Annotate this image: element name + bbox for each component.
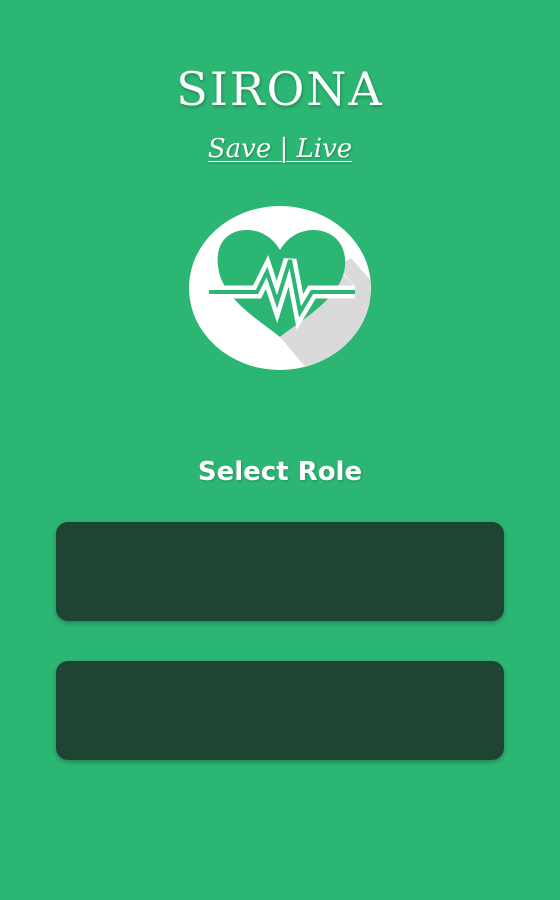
select-role-heading: Select Role: [197, 457, 363, 487]
app-title: SIRONA: [176, 62, 384, 116]
role-button-1[interactable]: [56, 522, 504, 621]
app-tagline: Save | Live: [207, 134, 353, 164]
heart-pulse-icon: [189, 206, 371, 370]
role-button-2[interactable]: [56, 661, 504, 760]
